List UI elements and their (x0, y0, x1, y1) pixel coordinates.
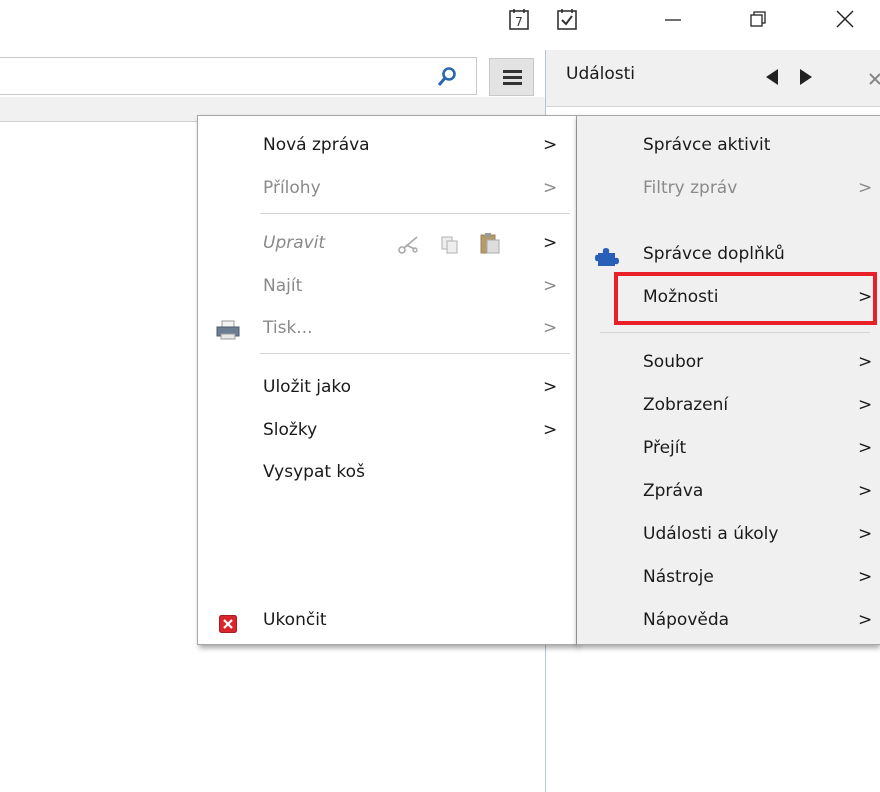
search-icon[interactable] (436, 66, 458, 93)
menu-separator (260, 353, 570, 354)
minimize-icon (665, 19, 681, 21)
calendar-day: 7 (515, 15, 523, 29)
tasks-icon[interactable] (557, 8, 577, 30)
menu-item-label: Zpráva (643, 481, 704, 501)
close-pane-icon[interactable] (868, 70, 880, 90)
chevron-right-icon: > (858, 610, 873, 630)
hamburger-icon (503, 70, 522, 85)
printer-icon (216, 318, 240, 352)
quit-icon (219, 611, 237, 645)
menu-item-napoveda[interactable]: Nápověda > (577, 603, 880, 637)
chevron-right-icon: > (543, 377, 558, 397)
restore-icon (750, 11, 766, 27)
menu-item-tisk[interactable]: Tisk... > (197, 311, 577, 345)
menu-item-label: Ukončit (263, 610, 327, 630)
menu-item-label: Přílohy (263, 178, 321, 198)
menu-item-zobrazeni[interactable]: Zobrazení > (577, 388, 880, 422)
menu-item-label: Složky (263, 420, 318, 440)
search-box[interactable] (0, 57, 477, 95)
events-pane-header: Události (546, 50, 880, 107)
menu-item-label: Soubor (643, 352, 704, 372)
menu-item-prilohy[interactable]: Přílohy > (197, 171, 577, 205)
menu-item-label: Tisk... (263, 318, 313, 338)
menu-item-prejit[interactable]: Přejít > (577, 431, 880, 465)
chevron-right-icon: > (858, 178, 873, 198)
menu-item-label: Filtry zpráv (643, 178, 738, 198)
menu-item-label: Vysypat koš (263, 462, 365, 482)
highlight-box (614, 272, 877, 325)
menu-item-spravce-aktivit[interactable]: Správce aktivit (577, 128, 880, 162)
menu-item-upravit[interactable]: Upravit > (197, 226, 577, 260)
chevron-right-icon: > (543, 178, 558, 198)
chevron-right-icon: > (543, 420, 558, 440)
menu-item-nova-zprava[interactable]: Nová zpráva > (197, 128, 577, 162)
menu-item-slozky[interactable]: Složky > (197, 413, 577, 447)
copy-icon[interactable] (440, 233, 460, 267)
menu-item-spravce-doplnku[interactable]: Správce doplňků (577, 237, 880, 271)
chevron-right-icon: > (858, 567, 873, 587)
next-icon[interactable] (798, 68, 814, 91)
chevron-right-icon: > (543, 233, 558, 253)
chevron-right-icon: > (543, 135, 558, 155)
menu-item-vysypat-kos[interactable]: Vysypat koš (197, 455, 577, 489)
menu-item-label: Zobrazení (643, 395, 729, 415)
search-input[interactable] (0, 58, 436, 94)
menu-item-label: Přejít (643, 438, 687, 458)
menu-item-label: Nová zpráva (263, 135, 370, 155)
menu-item-ulozit-jako[interactable]: Uložit jako > (197, 370, 577, 404)
paste-icon[interactable] (479, 231, 501, 267)
cut-icon[interactable] (397, 233, 419, 267)
menu-item-label: Nápověda (643, 610, 730, 630)
chevron-right-icon: > (858, 395, 873, 415)
menu-separator (260, 213, 570, 214)
events-pane-title: Události (566, 64, 636, 84)
menu-item-ukoncit[interactable]: Ukončit (197, 603, 577, 637)
restore-button[interactable] (734, 4, 780, 36)
menu-item-nastroje[interactable]: Nástroje > (577, 560, 880, 594)
menu-item-zprava[interactable]: Zpráva > (577, 474, 880, 508)
chevron-right-icon: > (858, 352, 873, 372)
chevron-right-icon: > (543, 318, 558, 338)
prev-icon[interactable] (764, 68, 780, 91)
menu-item-label: Události a úkoly (643, 524, 779, 544)
menu-item-label: Upravit (263, 233, 326, 253)
menu-item-soubor[interactable]: Soubor > (577, 345, 880, 379)
menu-item-filtry-zprav[interactable]: Filtry zpráv > (577, 171, 880, 205)
menu-item-najit[interactable]: Najít > (197, 269, 577, 303)
menu-item-udalosti-a-ukoly[interactable]: Události a úkoly > (577, 517, 880, 551)
menu-item-label: Správce doplňků (643, 244, 785, 264)
menu-item-label: Najít (263, 276, 303, 296)
menu-item-label: Uložit jako (263, 377, 352, 397)
chevron-right-icon: > (858, 524, 873, 544)
close-icon (836, 10, 854, 28)
minimize-button[interactable] (650, 4, 696, 36)
chevron-right-icon: > (858, 438, 873, 458)
menu-item-label: Správce aktivit (643, 135, 771, 155)
close-button[interactable] (822, 4, 868, 36)
menu-item-label: Nástroje (643, 567, 714, 587)
calendar-icon[interactable]: 7 (509, 8, 529, 30)
chevron-right-icon: > (858, 481, 873, 501)
app-menu-button[interactable] (489, 58, 534, 96)
menu-separator (600, 332, 870, 333)
chevron-right-icon: > (543, 276, 558, 296)
